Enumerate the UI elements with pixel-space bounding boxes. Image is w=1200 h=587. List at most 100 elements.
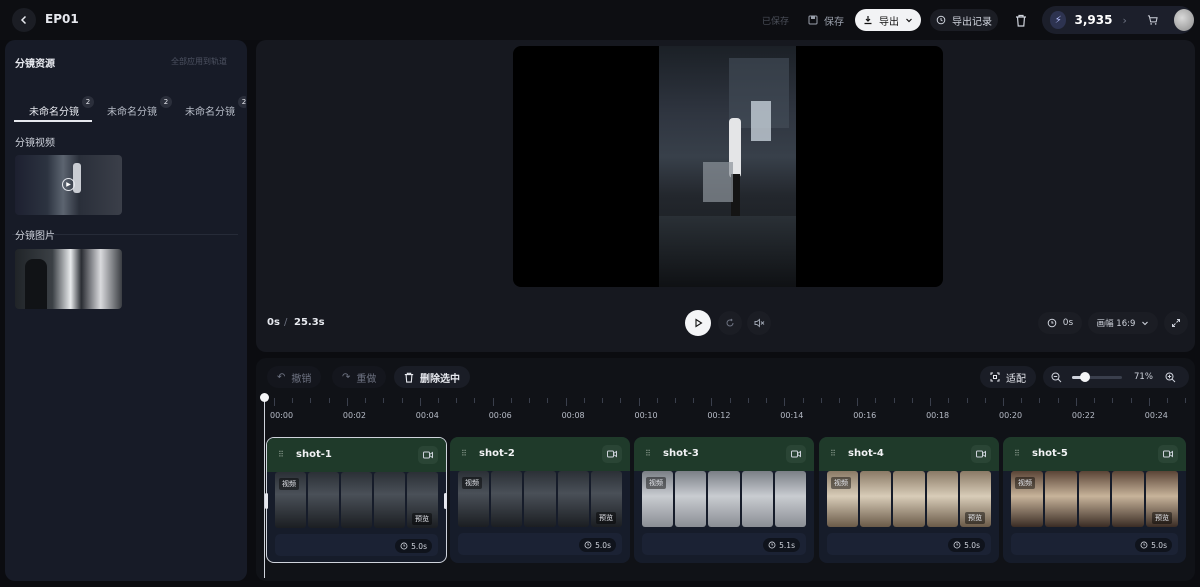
zoom-slider-handle[interactable] (1079, 371, 1090, 382)
chevron-left-icon (20, 15, 27, 25)
ruler-tick (492, 398, 494, 406)
ruler-label: 00:20 (999, 411, 1023, 420)
clip-frame (374, 472, 405, 528)
energy-icon: ⚡ (1050, 11, 1067, 29)
export-history-button[interactable]: 导出记录 (930, 9, 998, 31)
clock-icon (953, 541, 961, 549)
trim-handle-left[interactable] (265, 493, 268, 509)
ruler-tick (419, 398, 421, 406)
tab-active-underline (14, 120, 92, 122)
timer-label: 0s (1062, 318, 1074, 328)
rotate-icon (726, 318, 734, 327)
clip-shot-5[interactable]: ⠿ shot-5 视频 预览 5.0s (1003, 437, 1186, 563)
chevron-down-icon (1142, 321, 1149, 326)
ruler-label: 00:12 (707, 411, 731, 420)
thumb-figure (73, 163, 81, 193)
ruler-label: 00:10 (634, 411, 658, 420)
fullscreen-button[interactable] (1164, 311, 1188, 335)
credits-value: 3,935 (1074, 13, 1113, 27)
export-button[interactable]: 导出 (855, 9, 921, 31)
download-icon (864, 16, 872, 25)
delete-label: 删除选中 (420, 373, 460, 385)
tab-label: 未命名分镜 (185, 107, 235, 118)
camera-icon[interactable] (971, 445, 991, 463)
clip-shot-1[interactable]: ⠿ shot-1 视频 预览 5.0s (266, 437, 447, 563)
ruler-tick (656, 398, 658, 403)
play-button[interactable] (685, 310, 711, 336)
ruler-tick (365, 398, 367, 403)
undo-button[interactable]: ↶ 撤销 (267, 366, 322, 388)
delete-project-button[interactable] (1012, 11, 1030, 29)
ruler-tick (547, 398, 549, 403)
tab-badge: 2 (82, 96, 94, 108)
save-button[interactable]: 保存 (800, 9, 852, 31)
camera-icon[interactable] (786, 445, 806, 463)
clip-shot-2[interactable]: ⠿ shot-2 视频 预览 5.0s (450, 437, 630, 563)
replay-button[interactable] (718, 311, 742, 335)
ruler-label: 00:00 (270, 411, 294, 420)
video-frame[interactable] (513, 46, 943, 287)
redo-icon: ↷ (342, 371, 351, 383)
timer-chip[interactable]: 0s (1038, 312, 1082, 334)
avatar[interactable] (1173, 9, 1194, 31)
apply-all-button[interactable]: 全部应用到轨道 (171, 56, 227, 67)
clip-duration: 5.0s (411, 541, 427, 551)
drag-handle-icon[interactable]: ⠿ (830, 449, 836, 458)
ruler-tick (510, 398, 512, 403)
ruler-label: 00:24 (1144, 411, 1168, 420)
aspect-ratio-select[interactable]: 画幅 16:9 (1088, 312, 1158, 334)
play-icon (695, 318, 703, 328)
clip-tag-preview: 预览 (1152, 512, 1172, 524)
clip-frame (675, 471, 707, 527)
storyboard-video-thumb[interactable]: ▶ (15, 155, 122, 215)
ruler-tick (838, 398, 840, 403)
delete-selected-button[interactable]: 删除选中 (394, 366, 470, 388)
tab-storyboard-3[interactable]: 未命名分镜 2 (178, 96, 246, 122)
drag-handle-icon[interactable]: ⠿ (645, 449, 651, 458)
ruler-tick (802, 398, 804, 403)
zoom-out-icon[interactable] (1051, 372, 1062, 383)
zoom-slider[interactable] (1072, 371, 1122, 382)
ruler-tick (310, 398, 312, 403)
ruler-tick (930, 398, 932, 406)
undo-label: 撤销 (291, 373, 312, 385)
tab-label: 未命名分镜 (29, 107, 79, 118)
camera-icon[interactable] (1158, 445, 1178, 463)
tab-storyboard-1[interactable]: 未命名分镜 2 (14, 96, 94, 122)
tab-badge: 2 (160, 96, 172, 108)
ruler-tick (784, 398, 786, 406)
clip-tag-video: 视频 (831, 477, 851, 489)
drag-handle-icon[interactable]: ⠿ (278, 450, 284, 459)
ruler-tick (1039, 398, 1041, 403)
clip-frame (741, 471, 773, 527)
ruler-tick (857, 398, 859, 406)
tab-storyboard-2[interactable]: 未命名分镜 2 (100, 96, 178, 122)
clip-frame (926, 471, 958, 527)
cart-icon[interactable] (1147, 14, 1158, 26)
clip-shot-4[interactable]: ⠿ shot-4 视频 预览 5.0s (819, 437, 999, 563)
camera-icon[interactable] (602, 445, 622, 463)
clip-shot-3[interactable]: ⠿ shot-3 视频 5.1s (634, 437, 814, 563)
clip-frame (341, 472, 372, 528)
history-icon (936, 15, 946, 25)
fit-button[interactable]: 适配 (980, 366, 1036, 388)
clip-tag-video: 视频 (646, 477, 666, 489)
fit-label: 适配 (1006, 373, 1026, 385)
redo-button[interactable]: ↷ 重做 (332, 366, 387, 388)
drag-handle-icon[interactable]: ⠿ (461, 449, 467, 458)
ruler-tick (346, 398, 348, 406)
ruler-label: 00:16 (853, 411, 877, 420)
trim-handle-right[interactable] (444, 493, 447, 509)
ruler-tick (474, 398, 476, 403)
playhead-handle[interactable] (260, 393, 269, 402)
mute-button[interactable] (747, 311, 771, 335)
expand-icon (1172, 319, 1180, 327)
clip-frame (860, 471, 892, 527)
camera-icon[interactable] (418, 446, 438, 464)
storyboard-image-thumb[interactable] (15, 249, 122, 309)
drag-handle-icon[interactable]: ⠿ (1014, 449, 1020, 458)
back-button[interactable] (12, 8, 36, 32)
zoom-in-icon[interactable] (1165, 372, 1176, 383)
clip-frame (893, 471, 925, 527)
credits-widget[interactable]: ⚡ 3,935 › (1042, 6, 1194, 34)
